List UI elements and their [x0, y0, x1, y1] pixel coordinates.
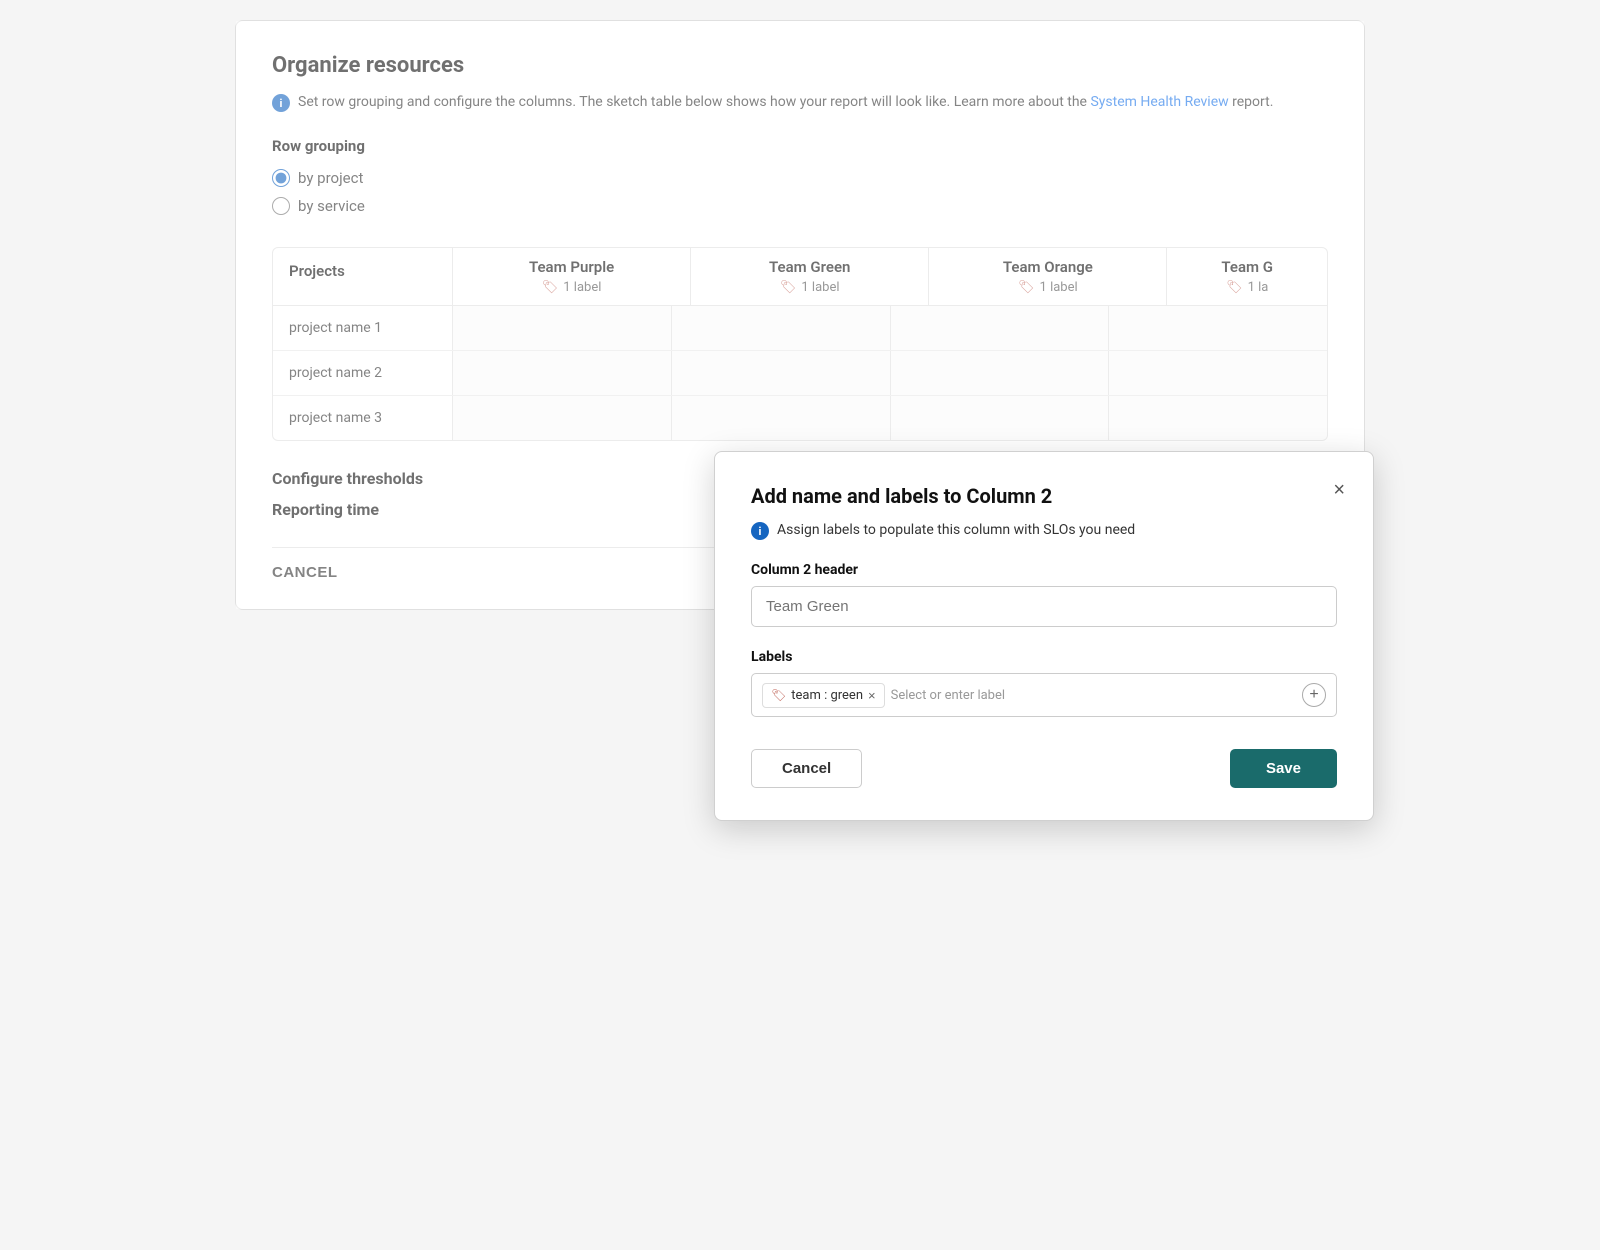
table-header-row: Projects Team Purple 🏷 1 label Team Gree… [273, 248, 1327, 306]
modal-info-icon: i [751, 522, 769, 540]
cell-empty-2-2 [672, 351, 891, 395]
description-text: Set row grouping and configure the colum… [298, 94, 1087, 110]
labels-box: 🏷 team : green × Select or enter label + [751, 673, 1337, 717]
tag-icon-partial: 🏷 [1226, 280, 1243, 295]
column-header-input[interactable] [751, 586, 1337, 627]
label-tag-text: team : green [791, 688, 863, 703]
team-purple-label: 🏷 1 label [542, 280, 602, 295]
page-title: Organize resources [272, 53, 1328, 78]
projects-table: Projects Team Purple 🏷 1 label Team Gree… [272, 247, 1328, 441]
table-row: project name 3 [273, 396, 1327, 440]
radio-by-service-label: by service [298, 197, 365, 215]
tag-icon-orange: 🏷 [1018, 280, 1035, 295]
label-tag-team-green: 🏷 team : green × [762, 683, 885, 708]
col-projects-header: Projects [273, 248, 453, 305]
cell-project-1: project name 1 [273, 306, 453, 350]
modal-save-button[interactable]: Save [1230, 749, 1337, 788]
team-green-label-count: 1 label [801, 280, 839, 295]
cell-empty-3-2 [672, 396, 891, 440]
modal-info-row: i Assign labels to populate this column … [751, 520, 1337, 540]
col-team-green[interactable]: Team Green 🏷 1 label [691, 248, 929, 305]
cell-empty-3-4 [1109, 396, 1327, 440]
modal-dialog: Add name and labels to Column 2 × i Assi… [714, 451, 1374, 821]
main-card: Organize resources i Set row grouping an… [235, 20, 1365, 610]
table-body: project name 1 project name 2 project na… [273, 306, 1327, 440]
tag-icon-green: 🏷 [780, 280, 797, 295]
modal-actions: Cancel Save [751, 749, 1337, 788]
table-row: project name 1 [273, 306, 1327, 351]
cell-empty-1-1 [453, 306, 672, 350]
radio-by-service[interactable]: by service [272, 197, 1328, 215]
team-partial-name: Team G [1221, 258, 1273, 276]
cell-empty-1-2 [672, 306, 891, 350]
team-green-label: 🏷 1 label [780, 280, 840, 295]
labels-section-label: Labels [751, 649, 1337, 665]
label-tag-remove-button[interactable]: × [868, 689, 876, 702]
team-orange-name: Team Orange [1003, 258, 1093, 276]
cell-empty-1-3 [891, 306, 1110, 350]
col-team-orange[interactable]: Team Orange 🏷 1 label [929, 248, 1167, 305]
info-description: Set row grouping and configure the colum… [298, 92, 1273, 113]
info-icon: i [272, 94, 290, 112]
labels-section: Labels 🏷 team : green × Select or enter … [751, 649, 1337, 717]
col-team-partial[interactable]: Team G 🏷 1 la [1167, 248, 1327, 305]
team-purple-label-count: 1 label [563, 280, 601, 295]
modal-cancel-button[interactable]: Cancel [751, 749, 862, 788]
radio-by-project-label: by project [298, 169, 363, 187]
cell-empty-2-4 [1109, 351, 1327, 395]
row-grouping-label: Row grouping [272, 137, 1328, 155]
system-health-link[interactable]: System Health Review [1090, 94, 1228, 110]
cell-project-2: project name 2 [273, 351, 453, 395]
radio-group: by project by service [272, 169, 1328, 215]
team-purple-name: Team Purple [529, 258, 614, 276]
modal-info-text: Assign labels to populate this column wi… [777, 522, 1135, 538]
team-partial-label-count: 1 la [1248, 280, 1269, 295]
team-partial-label: 🏷 1 la [1226, 280, 1268, 295]
main-cancel-button[interactable]: CANCEL [272, 564, 338, 581]
table-row: project name 2 [273, 351, 1327, 396]
radio-by-project-input[interactable] [272, 169, 290, 187]
tag-icon-purple: 🏷 [542, 280, 559, 295]
modal-title: Add name and labels to Column 2 [751, 484, 1337, 508]
team-orange-label-count: 1 label [1040, 280, 1078, 295]
add-label-button[interactable]: + [1302, 683, 1326, 707]
info-row: i Set row grouping and configure the col… [272, 92, 1328, 113]
label-tag-icon: 🏷 [771, 688, 786, 702]
radio-by-service-input[interactable] [272, 197, 290, 215]
cell-empty-2-3 [891, 351, 1110, 395]
cell-project-3: project name 3 [273, 396, 453, 440]
cell-empty-3-1 [453, 396, 672, 440]
modal-field-label: Column 2 header [751, 562, 1337, 578]
radio-by-project[interactable]: by project [272, 169, 1328, 187]
description-end: report. [1232, 94, 1273, 110]
team-orange-label: 🏷 1 label [1018, 280, 1078, 295]
team-green-name: Team Green [769, 258, 850, 276]
label-input-placeholder: Select or enter label [891, 688, 1296, 703]
cell-empty-2-1 [453, 351, 672, 395]
modal-close-button[interactable]: × [1333, 480, 1345, 500]
col-team-purple[interactable]: Team Purple 🏷 1 label [453, 248, 691, 305]
cell-empty-1-4 [1109, 306, 1327, 350]
cell-empty-3-3 [891, 396, 1110, 440]
